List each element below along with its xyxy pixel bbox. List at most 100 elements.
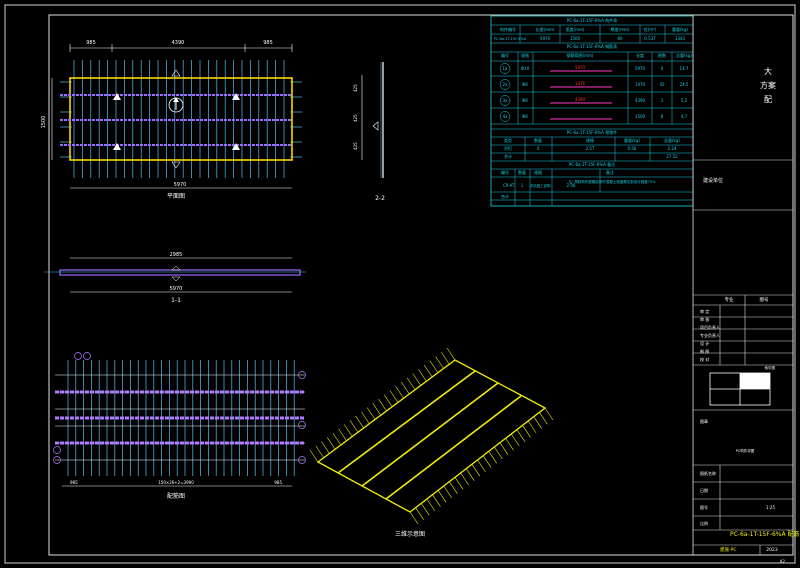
t2-h3: 长度	[636, 52, 644, 58]
t3-r1c0: 合计	[504, 153, 512, 159]
key-plan-title: 索引图	[765, 365, 776, 370]
t3-h3: 重量(kg)	[624, 137, 640, 143]
section-2-2: 425 425 425 2-2	[353, 62, 385, 202]
rebar-table-cell-2-0: 3a	[503, 98, 509, 103]
t4-r1c0: 合计	[501, 193, 509, 199]
plan-dim-mid: 4390	[172, 40, 185, 46]
date-label: 日期	[700, 487, 708, 493]
tb-row-label-2: 项目负责人	[700, 324, 720, 330]
t4-r0c1: 1	[521, 183, 524, 188]
title-block: 大 方案 配 建设单位 专业 图号 审 定审 核项目负责人专业负责人设 计制 图…	[692, 15, 800, 555]
sec2-dim-b: 425	[353, 114, 358, 122]
key-plan	[709, 372, 771, 406]
rebar-table-cell-2-3: 3	[661, 98, 664, 103]
scale-label: 比例	[700, 520, 708, 526]
drawing-no-label: 图号	[700, 504, 708, 510]
company-line-3: 配	[764, 95, 772, 104]
t1-h4: 砼(m³)	[644, 26, 657, 32]
t4-h1: 数量	[518, 169, 526, 175]
t4-h2: 规格	[534, 169, 542, 175]
plan-view-label: 平面图	[167, 193, 185, 200]
sec2-dim-a: 425	[353, 84, 358, 92]
t4-h0: 编号	[501, 169, 509, 175]
company-line-1: 大	[764, 66, 772, 76]
t3-h0: 类型	[504, 137, 512, 143]
rebar-table-cell-2-2: 4390	[635, 98, 646, 103]
t3-r0c3: 0.56	[628, 146, 637, 151]
t1-h5: 重量(kg)	[672, 26, 688, 32]
cad-drawing-sheet: 985 4390 985 1500 5970 平面图 425 425 425 2…	[4, 4, 800, 564]
rebar-table-cell-0-4: 14.7	[680, 66, 689, 71]
tb-col-0: 专业	[725, 296, 734, 303]
plan-dim-total: 5970	[174, 182, 187, 188]
project-label: 建设单位	[703, 177, 723, 184]
rebar-table-cell-0-0: 1a	[503, 66, 509, 71]
schedule-tables: PC-6a-1T-15F-6%A 构件表 构件编号 长度(mm) 宽度(mm) …	[490, 15, 694, 207]
t3-r0c0: 吊钉	[504, 145, 512, 151]
table-title-4: PC-6a-1T-15F-6%A 备注	[569, 161, 615, 167]
rebar-dim-mid: 150×26+2=3990	[158, 480, 194, 485]
rebar-table-cell-2-4: 5.2	[681, 98, 688, 103]
rebar-table-cell-1-3: 42	[659, 82, 665, 87]
tb-row-label-0: 审 定	[700, 308, 709, 314]
rebar-table-cell-3-1: Φ8	[522, 114, 528, 119]
rebar-table-cell-1-4: 24.5	[680, 82, 689, 87]
t3-r0c4: 2.24	[668, 146, 677, 151]
t1-h2: 宽度(mm)	[566, 26, 585, 32]
rebar-table-cell-0-3: 4	[661, 66, 664, 71]
t1-r0: PC-6a-1T-15F-6%A	[494, 37, 527, 41]
rebar-shape-dim: 4390	[575, 97, 586, 102]
rebar-table-cell-3-2: 1500	[635, 114, 646, 119]
t3-r1c4: 27.52	[666, 154, 678, 159]
t3-h2: 规格	[586, 137, 594, 143]
tb-row-label-6: 校 对	[700, 356, 709, 362]
rebar-shape-dim: 1476	[575, 81, 586, 86]
scale-value: 1:25	[766, 505, 775, 510]
t3-r0c2: 2.5T	[586, 146, 595, 151]
iso-view-label: 三维示意图	[395, 530, 425, 538]
t1-h3: 厚度(mm)	[611, 26, 630, 32]
tb-row-label-4: 设 计	[700, 340, 709, 346]
t4-r0c2: 详见施工说明	[530, 183, 551, 188]
t1-r1: 5970	[540, 36, 551, 41]
rebar-plan-label: 配筋图	[167, 492, 185, 500]
sec1-dim-total: 5970	[170, 286, 183, 292]
t1-h1: 长度(mm)	[536, 26, 555, 32]
sheet-label: 图纸名称	[700, 470, 716, 476]
plan-dim-right: 985	[263, 40, 273, 46]
section-1-1: 2985 5970 1-1	[44, 252, 306, 304]
rebar-dim-right: 985	[274, 480, 282, 485]
t1-r2: 1500	[570, 36, 581, 41]
plan-dim-height: 1500	[41, 116, 47, 129]
corner-mark: A2	[780, 559, 786, 564]
t4-r0c3: 2.06	[567, 183, 576, 188]
rebar-table-cell-0-1: Φ10	[521, 66, 530, 71]
t2-h0: 编号	[501, 52, 509, 58]
t1-r5: 1343	[675, 36, 686, 41]
table-title-3: PC-6a-1T-15F-6%A 预埋件	[567, 129, 617, 135]
rebar-table-cell-3-0: 4a	[503, 114, 509, 119]
rebar-dim-left: 985	[70, 480, 78, 485]
rebar-table-cell-2-1: Φ8	[522, 98, 528, 103]
t4-r0c0: CP-AT	[503, 183, 515, 188]
tb-row-label-5: 制 图	[700, 348, 709, 354]
stamp-label: 图章	[700, 418, 708, 424]
t4-h3: 备注	[606, 169, 614, 175]
sec1-dim-mid: 2985	[170, 252, 183, 258]
rebar-table-cell-3-4: 4.7	[681, 114, 688, 119]
drawing-number: PC-6a-1T-15F-6%A 配筋图	[730, 530, 800, 538]
t1-h0: 构件编号	[500, 26, 516, 32]
rebar-plan: 985 150×26+2=3990 985 配筋图	[53, 352, 306, 500]
rebar-shape-dim: 5970	[575, 65, 586, 70]
t2-h4: 根数	[658, 52, 666, 58]
table-title-2: PC-6a-1T-15F-6%A 钢筋表	[567, 43, 617, 49]
section-1-1-label: 1-1	[171, 297, 181, 304]
tb-col-1: 图号	[760, 297, 769, 303]
company-line-2: 方案	[760, 80, 776, 90]
tb-row-label-1: 审 核	[700, 316, 709, 322]
drawing-name-label: PC构件详图	[736, 448, 755, 453]
t1-r3: 60	[617, 36, 623, 41]
isometric-view: 三维示意图	[309, 347, 554, 538]
t3-h1: 数量	[534, 137, 542, 143]
rebar-table-cell-0-2: 5970	[635, 66, 646, 71]
